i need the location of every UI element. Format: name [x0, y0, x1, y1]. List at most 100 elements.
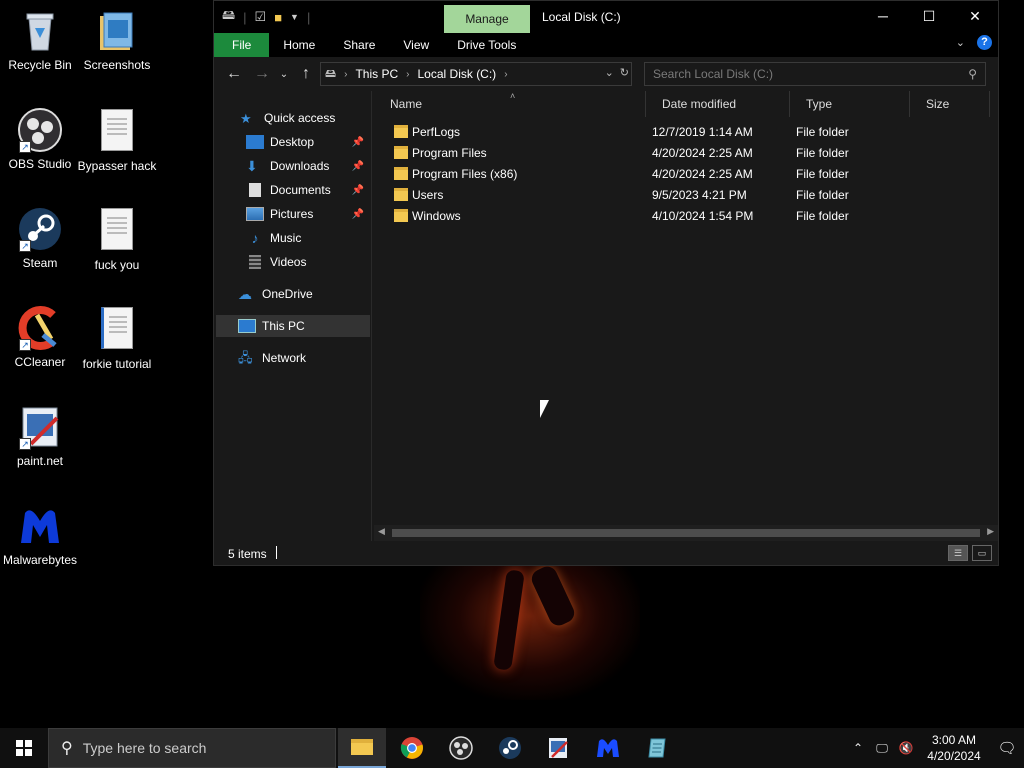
desktop-icon-obs-studio[interactable]: ↗ OBS Studio	[0, 107, 80, 171]
customize-chevron-icon[interactable]: ▼	[290, 12, 299, 22]
show-hidden-icons-chevron-icon[interactable]: ⌃	[846, 741, 870, 755]
address-dropdown-icon[interactable]: ⌄	[605, 66, 614, 79]
search-box[interactable]: ⚲	[644, 62, 986, 86]
sidebar-item-music[interactable]: ♪ Music	[214, 227, 368, 249]
desktop-icon-paint-net[interactable]: ↗ paint.net	[0, 404, 80, 468]
tab-home[interactable]: Home	[269, 33, 329, 57]
taskbar-chrome[interactable]	[388, 728, 436, 768]
sidebar-item-this-pc[interactable]: This PC	[216, 315, 370, 337]
sidebar-item-desktop[interactable]: Desktop 📌	[214, 131, 368, 153]
scroll-left-icon[interactable]: ◀	[378, 526, 385, 537]
desktop-icon-ccleaner[interactable]: ↗ CCleaner	[0, 305, 80, 369]
network-icon[interactable]: 🖵	[870, 741, 894, 756]
sidebar-item-downloads[interactable]: ⬇ Downloads 📌	[214, 155, 368, 177]
new-folder-icon[interactable]: ■	[274, 10, 282, 25]
shortcut-arrow-icon: ↗	[19, 141, 31, 153]
file-explorer-window[interactable]: 🖴 | ☑ ■ ▼ | Manage Local Disk (C:) ─ ☐ ✕…	[213, 0, 999, 566]
column-header-size[interactable]: Size	[910, 91, 990, 117]
tab-share[interactable]: Share	[329, 33, 389, 57]
forward-button[interactable]: →	[248, 65, 276, 83]
file-row[interactable]: Program Files 4/20/2024 2:25 AM File fol…	[374, 143, 974, 164]
close-button[interactable]: ✕	[952, 1, 998, 31]
breadcrumb-local-disk[interactable]: Local Disk (C:)	[418, 67, 497, 81]
status-divider	[276, 546, 277, 559]
wordpad-file-icon	[94, 307, 140, 353]
manage-context-tab[interactable]: Manage	[444, 5, 530, 33]
desktop-icon-fuck-you[interactable]: fuck you	[77, 206, 157, 272]
sidebar-item-quick-access[interactable]: ★ Quick access	[214, 107, 368, 129]
notification-icon: 🗨	[997, 740, 1017, 757]
sidebar-item-pictures[interactable]: Pictures 📌	[214, 203, 368, 225]
minimize-button[interactable]: ─	[860, 1, 906, 31]
start-button[interactable]	[0, 728, 48, 768]
taskbar-steam[interactable]	[486, 728, 534, 768]
desktop-icon-label: fuck you	[94, 258, 140, 272]
help-icon[interactable]: ?	[977, 35, 992, 50]
content-area: ★ Quick access Desktop 📌 ⬇ Downloads 📌 D…	[214, 91, 998, 541]
action-center-button[interactable]: 🗨	[990, 728, 1024, 768]
back-button[interactable]: ←	[220, 65, 248, 83]
taskbar-obs-studio[interactable]	[437, 728, 485, 768]
obs-icon: ↗	[17, 107, 63, 153]
clock[interactable]: 3:00 AM 4/20/2024	[918, 732, 990, 764]
windows-logo-icon	[16, 740, 32, 756]
drive-icon[interactable]: 🖴	[222, 6, 235, 28]
text-file-icon	[94, 208, 140, 254]
desktop-icon-label: CCleaner	[14, 355, 66, 369]
ccleaner-icon: ↗	[17, 305, 63, 351]
music-note-icon: ♪	[251, 230, 259, 246]
expand-ribbon-icon[interactable]: ⌄	[956, 36, 965, 49]
pictures-icon	[246, 207, 264, 221]
document-icon	[249, 183, 261, 197]
scroll-right-icon[interactable]: ▶	[987, 526, 994, 537]
search-input[interactable]	[653, 67, 953, 81]
column-header-type[interactable]: Type	[790, 91, 910, 117]
malwarebytes-icon	[17, 503, 63, 549]
recent-locations-chevron-icon[interactable]: ⌄	[276, 69, 292, 80]
sidebar-item-documents[interactable]: Documents 📌	[214, 179, 368, 201]
pin-icon[interactable]: 📌	[352, 161, 364, 172]
desktop-icon-bypasser-hack[interactable]: Bypasser hack	[77, 107, 157, 173]
sidebar-item-onedrive[interactable]: ☁ OneDrive	[214, 283, 368, 305]
tab-view[interactable]: View	[389, 33, 443, 57]
breadcrumb-this-pc[interactable]: This PC	[355, 67, 398, 81]
taskbar-malwarebytes[interactable]	[584, 728, 632, 768]
taskbar-notepad[interactable]	[633, 728, 681, 768]
taskbar-file-explorer[interactable]	[338, 728, 386, 768]
column-header-date-modified[interactable]: Date modified	[646, 91, 790, 117]
column-header-name[interactable]: Name ˄	[374, 91, 646, 117]
pin-icon[interactable]: 📌	[352, 137, 364, 148]
file-row[interactable]: Users 9/5/2023 4:21 PM File folder	[374, 185, 974, 206]
maximize-button[interactable]: ☐	[906, 1, 952, 31]
refresh-icon[interactable]: ↻	[620, 66, 629, 79]
desktop-icon-label: OBS Studio	[8, 157, 72, 171]
title-bar[interactable]: 🖴 | ☑ ■ ▼ | Manage Local Disk (C:) ─ ☐ ✕	[214, 1, 998, 33]
file-row[interactable]: Program Files (x86) 4/20/2024 2:25 AM Fi…	[374, 164, 974, 185]
horizontal-scrollbar[interactable]: ◀ ▶	[374, 525, 998, 541]
sidebar-item-network[interactable]: 🖧 Network	[214, 347, 368, 369]
desktop-icon-forkie-tutorial[interactable]: forkie tutorial	[77, 305, 157, 371]
large-icons-view-button[interactable]: ▭	[972, 545, 992, 561]
pin-icon[interactable]: 📌	[352, 209, 364, 220]
taskbar-search-box[interactable]: ⚲ Type here to search	[48, 728, 336, 768]
address-bar[interactable]: 🖴 › This PC › Local Disk (C:) › ⌄ ↻	[320, 62, 632, 86]
up-button[interactable]: ↑	[292, 65, 320, 83]
taskbar-paint-net[interactable]	[534, 728, 582, 768]
desktop-icon-screenshots[interactable]: Screenshots	[77, 8, 157, 72]
scrollbar-thumb[interactable]	[392, 529, 980, 537]
desktop-icon-recycle-bin[interactable]: Recycle Bin	[0, 8, 80, 72]
file-row[interactable]: Windows 4/10/2024 1:54 PM File folder	[374, 206, 974, 227]
desktop-icon-malwarebytes[interactable]: Malwarebytes	[0, 503, 80, 567]
pin-icon[interactable]: 📌	[352, 185, 364, 196]
volume-muted-icon[interactable]: 🔇	[894, 741, 918, 755]
details-view-button[interactable]: ☰	[948, 545, 968, 561]
tab-drive-tools[interactable]: Drive Tools	[443, 33, 530, 57]
file-row[interactable]: PerfLogs 12/7/2019 1:14 AM File folder	[374, 122, 974, 143]
properties-icon[interactable]: ☑	[255, 9, 267, 25]
desktop-icon-label: Bypasser hack	[77, 159, 157, 173]
sidebar-item-videos[interactable]: Videos	[214, 251, 368, 273]
desktop-icon-label: Steam	[22, 256, 58, 270]
chrome-icon	[400, 737, 423, 759]
tab-file[interactable]: File	[214, 33, 270, 57]
desktop-icon-steam[interactable]: ↗ Steam	[0, 206, 80, 270]
